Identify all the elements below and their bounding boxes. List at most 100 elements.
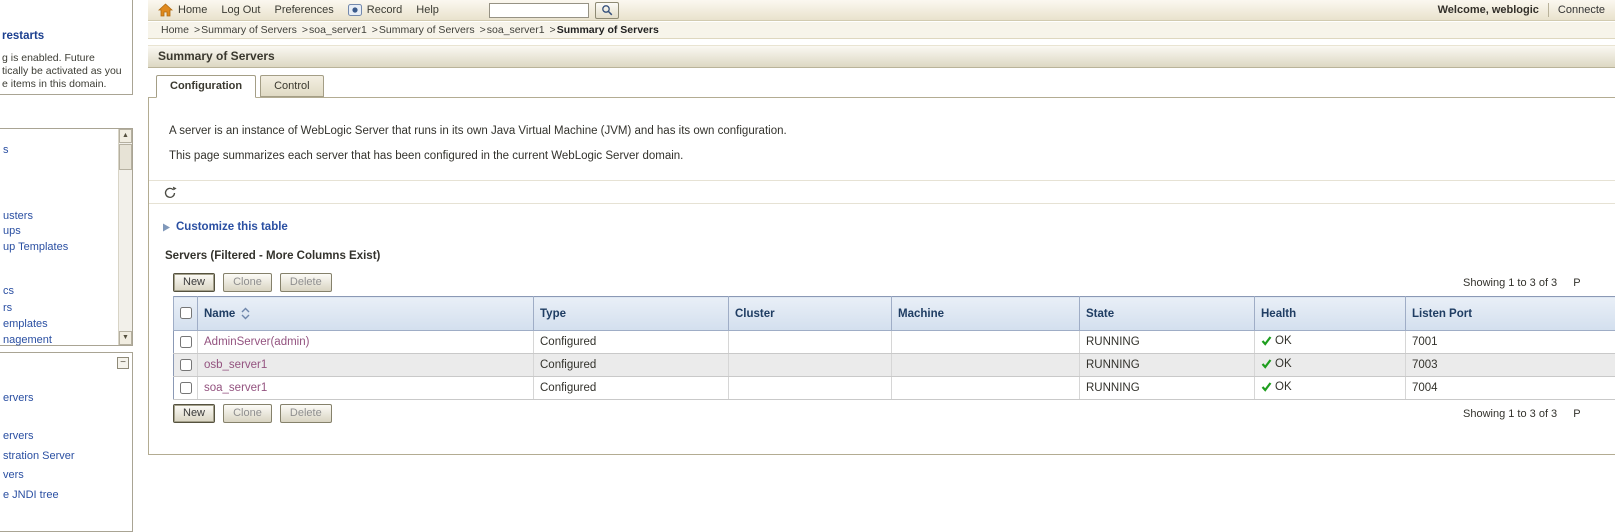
- sidebar-tree-link[interactable]: cs: [3, 285, 14, 297]
- sidebar-tree-link[interactable]: nagement: [3, 334, 52, 346]
- listen-port-cell: 7003: [1406, 354, 1615, 377]
- breadcrumb-separator: >: [372, 24, 378, 36]
- health-label: OK: [1275, 335, 1292, 347]
- health-ok-icon: [1261, 381, 1272, 392]
- table-row: AdminServer(admin) Configured RUNNING OK…: [174, 331, 1615, 354]
- server-name-link[interactable]: soa_server1: [204, 382, 267, 394]
- breadcrumb-link[interactable]: Summary of Servers: [379, 24, 475, 36]
- select-all-cell: [174, 297, 198, 331]
- table-row: osb_server1 Configured RUNNING OK 7003: [174, 354, 1615, 377]
- customize-table-link[interactable]: Customize this table: [162, 221, 288, 233]
- server-name-link[interactable]: AdminServer(admin): [204, 336, 309, 348]
- breadcrumb-separator: >: [480, 24, 486, 36]
- row-checkbox[interactable]: [180, 382, 192, 394]
- clone-button[interactable]: Clone: [223, 404, 272, 423]
- paging-previous-link[interactable]: P: [1573, 277, 1580, 289]
- sidebar-howdoi-link[interactable]: ervers: [3, 430, 34, 442]
- sidebar-howdoi-link[interactable]: vers: [3, 469, 24, 481]
- collapse-panel-icon[interactable]: −: [117, 357, 129, 369]
- listen-port-cell: 7001: [1406, 331, 1615, 354]
- refresh-icon[interactable]: [163, 186, 177, 199]
- content-pane: A server is an instance of WebLogic Serv…: [148, 97, 1615, 455]
- paging-showing-label: Showing 1 to 3 of 3: [1463, 277, 1557, 289]
- sidebar-tree-link[interactable]: ups: [3, 225, 21, 237]
- type-cell: Configured: [534, 354, 729, 377]
- machine-cell: [892, 377, 1080, 400]
- health-cell: OK: [1255, 377, 1406, 400]
- scroll-up-arrow[interactable]: ▲: [119, 129, 132, 143]
- scroll-down-arrow[interactable]: ▼: [119, 331, 132, 345]
- sidebar-scrollbar[interactable]: ▲ ▼: [118, 129, 132, 345]
- sidebar-tree-link[interactable]: rs: [3, 302, 12, 314]
- sidebar-howdoi-link[interactable]: stration Server: [3, 450, 75, 462]
- new-button[interactable]: New: [173, 273, 215, 292]
- sidebar-howdoi-link[interactable]: e JNDI tree: [3, 489, 59, 501]
- column-header-state: State: [1080, 297, 1255, 331]
- breadcrumb-current: Summary of Servers: [557, 24, 659, 36]
- breadcrumb-separator: >: [302, 24, 308, 36]
- home-icon[interactable]: [158, 3, 173, 17]
- top-banner: Home Log Out Preferences Record Help Wel…: [148, 0, 1615, 21]
- scrollbar-thumb[interactable]: [119, 144, 132, 170]
- breadcrumb-separator: >: [194, 24, 200, 36]
- table-toolbar-top: New Clone Delete Showing 1 to 3 of 3 P: [173, 273, 1615, 295]
- servers-table: Name Type Cluster Machine State Health L…: [173, 296, 1615, 400]
- clone-button[interactable]: Clone: [223, 273, 272, 292]
- type-cell: Configured: [534, 331, 729, 354]
- server-name-link[interactable]: osb_server1: [204, 359, 267, 371]
- delete-button[interactable]: Delete: [280, 404, 332, 423]
- sidebar-tree-link[interactable]: up Templates: [3, 241, 68, 253]
- row-checkbox[interactable]: [180, 336, 192, 348]
- delete-button[interactable]: Delete: [280, 273, 332, 292]
- health-cell: OK: [1255, 354, 1406, 377]
- column-header-type: Type: [534, 297, 729, 331]
- search-button[interactable]: [595, 2, 619, 19]
- paging-info: Showing 1 to 3 of 3 P: [1463, 408, 1581, 420]
- paging-previous-link[interactable]: P: [1573, 408, 1580, 420]
- breadcrumb-separator: >: [550, 24, 556, 36]
- breadcrumb-link[interactable]: soa_server1: [487, 24, 545, 36]
- table-row: soa_server1 Configured RUNNING OK 7004: [174, 377, 1615, 400]
- type-cell: Configured: [534, 377, 729, 400]
- sort-icon[interactable]: [241, 307, 250, 320]
- cluster-cell: [729, 331, 892, 354]
- sidebar-tree-link[interactable]: usters: [3, 210, 33, 222]
- column-header-health: Health: [1255, 297, 1406, 331]
- help-link[interactable]: Help: [416, 4, 439, 16]
- welcome-user-label: Welcome, weblogic: [1438, 4, 1539, 16]
- tab-configuration[interactable]: Configuration: [156, 75, 256, 98]
- breadcrumb-link[interactable]: soa_server1: [309, 24, 367, 36]
- select-all-checkbox[interactable]: [180, 307, 192, 319]
- intro-text-2: This page summarizes each server that ha…: [169, 150, 683, 162]
- home-link[interactable]: Home: [178, 4, 207, 16]
- name-header-label: Name: [204, 308, 235, 320]
- domain-structure-panel: s usters ups up Templates cs rs emplates…: [0, 128, 133, 346]
- state-cell: RUNNING: [1080, 331, 1255, 354]
- change-center-panel: restarts g is enabled. Future tically be…: [0, 0, 133, 95]
- change-center-text: g is enabled. Future: [2, 52, 95, 64]
- logout-link[interactable]: Log Out: [221, 4, 260, 16]
- sidebar-tree-link[interactable]: s: [3, 144, 9, 156]
- search-input[interactable]: [489, 3, 589, 18]
- new-button[interactable]: New: [173, 404, 215, 423]
- how-do-i-panel: − ervers ervers stration Server vers e J…: [0, 352, 133, 532]
- health-label: OK: [1275, 381, 1292, 393]
- health-label: OK: [1275, 358, 1292, 370]
- paging-showing-label: Showing 1 to 3 of 3: [1463, 408, 1557, 420]
- breadcrumb-link[interactable]: Summary of Servers: [201, 24, 297, 36]
- sidebar-howdoi-link[interactable]: ervers: [3, 392, 34, 404]
- sidebar-tree-link[interactable]: emplates: [3, 318, 48, 330]
- column-header-machine: Machine: [892, 297, 1080, 331]
- cluster-cell: [729, 377, 892, 400]
- tab-control[interactable]: Control: [260, 75, 323, 97]
- intro-text-1: A server is an instance of WebLogic Serv…: [169, 125, 787, 137]
- column-header-name: Name: [198, 297, 534, 331]
- preferences-link[interactable]: Preferences: [274, 4, 333, 16]
- state-cell: RUNNING: [1080, 377, 1255, 400]
- breadcrumb-link[interactable]: Home: [161, 24, 189, 36]
- customize-table-label: Customize this table: [176, 221, 288, 233]
- state-cell: RUNNING: [1080, 354, 1255, 377]
- change-center-heading: restarts: [2, 30, 44, 42]
- row-checkbox[interactable]: [180, 359, 192, 371]
- record-link[interactable]: Record: [367, 4, 402, 16]
